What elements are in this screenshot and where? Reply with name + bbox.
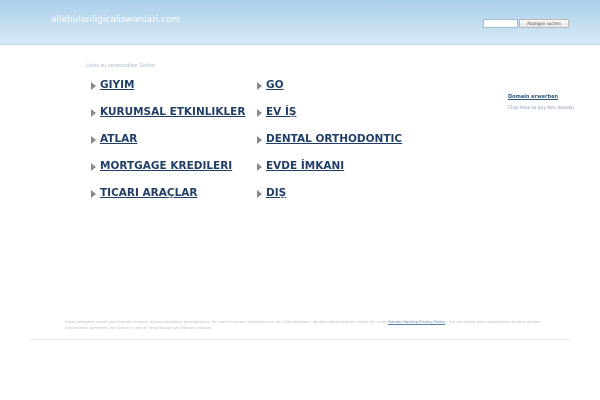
arrow-right-icon <box>91 109 96 117</box>
related-links-heading: Links zu verwandten Seiten <box>86 63 156 69</box>
footer-divider <box>30 339 570 340</box>
arrow-right-icon <box>257 190 262 198</box>
domain-title: allebulanligicaliswanlari.com <box>51 15 181 25</box>
arrow-right-icon <box>91 82 96 90</box>
arrow-right-icon <box>91 136 96 144</box>
link-dis[interactable]: DIŞ <box>266 186 286 200</box>
search-button[interactable]: Anzeigen suchen <box>519 19 569 28</box>
link-dental-orthodontic[interactable]: DENTAL ORTHODONTIC <box>266 132 402 146</box>
arrow-right-icon <box>91 190 96 198</box>
buy-domain-link[interactable]: Domain erwerben <box>508 94 578 100</box>
arrow-right-icon <box>257 136 262 144</box>
arrow-right-icon <box>257 109 262 117</box>
buy-domain-sidebar: Domain erwerben Click here to buy this d… <box>508 94 578 111</box>
footer-text-before: Diese Webseite wurde vom Domain-Inhaber … <box>65 319 387 324</box>
buy-domain-text[interactable]: Click here to buy this domain <box>508 106 578 111</box>
arrow-right-icon <box>91 163 96 171</box>
link-go[interactable]: GO <box>266 78 284 92</box>
parked-domain-page: allebulanligicaliswanlari.com Anzeigen s… <box>0 0 600 400</box>
privacy-policy-link[interactable]: Domain Parking Privacy Policy <box>388 319 445 324</box>
link-evde-imkani[interactable]: EVDE İMKANI <box>266 159 344 173</box>
link-giyim[interactable]: GIYIM <box>100 78 134 92</box>
link-ticari-araclar[interactable]: TICARI ARAÇLAR <box>100 186 198 200</box>
arrow-right-icon <box>257 163 262 171</box>
footer-disclaimer: Diese Webseite wurde vom Domain-Inhaber … <box>65 319 550 331</box>
header-bar: allebulanligicaliswanlari.com Anzeigen s… <box>0 0 600 45</box>
search-input[interactable] <box>483 19 518 28</box>
arrow-right-icon <box>257 82 262 90</box>
link-ev-is[interactable]: EV İŞ <box>266 105 296 119</box>
link-atlar[interactable]: ATLAR <box>100 132 137 146</box>
link-mortgage-kredileri[interactable]: MORTGAGE KREDILERI <box>100 159 232 173</box>
link-kurumsal-etkinlikler[interactable]: KURUMSAL ETKINLIKLER <box>100 105 245 119</box>
